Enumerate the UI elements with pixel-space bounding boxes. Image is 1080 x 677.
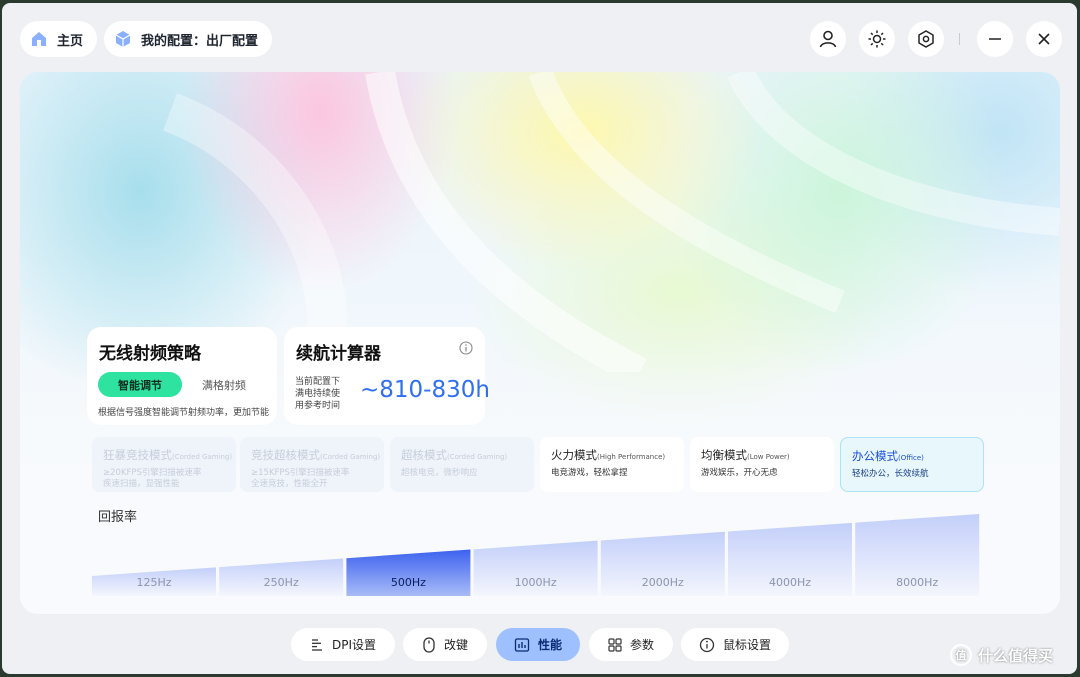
polling-rate-label-text: 8000Hz	[896, 576, 938, 589]
polling-rate-label-text: 250Hz	[264, 576, 299, 589]
mode-subtitle: (Corded Gaming)	[320, 453, 381, 461]
polling-rate-option[interactable]: 500Hz	[346, 549, 471, 596]
mode-card: 狂暴竞技模式(Corded Gaming) ≥20KFPS引擎扫描被速率 疾速扫描，…	[92, 437, 236, 492]
dpi-list-icon	[311, 638, 322, 651]
mode-description: 轻松办公，长效续航	[852, 469, 929, 479]
rf-strategy-description: 根据信号强度智能调节射频功率，更加节能	[98, 408, 270, 418]
nav-mouse-settings[interactable]: 鼠标设置	[681, 628, 789, 661]
minimize-icon	[989, 38, 1001, 40]
mode-name: 火力模式(High Performance)	[551, 448, 666, 462]
grid-icon	[608, 637, 622, 652]
polling-rate-label-text: 4000Hz	[769, 576, 811, 589]
nav-key-remap[interactable]: 改键	[403, 628, 487, 661]
nav-performance-label: 性能	[537, 638, 562, 652]
mode-card: 超核模式(Corded Gaming) 超核电竞，微秒响应	[390, 437, 534, 492]
mode-subtitle: (High Performance)	[597, 453, 666, 461]
mode-subtitle: (Office)	[898, 454, 924, 462]
battery-calculator-card: 续航计算器 当前配置下满电持续使用参考时间 ~810-830h	[284, 327, 490, 425]
polling-rate-option[interactable]: 2000Hz	[600, 531, 725, 596]
watermark: 值 什么值得买	[950, 644, 1053, 666]
mode-description: 电竞游戏，轻松拿捏	[551, 468, 628, 478]
battery-estimate: ~810-830h	[360, 377, 490, 403]
mode-description: 超核电竞，微秒响应	[401, 468, 478, 478]
mode-description: ≥15KFPS引擎扫描被速率 全速竞技，性能全开	[251, 468, 350, 489]
mode-subtitle: (Corded Gaming)	[447, 453, 508, 461]
polling-rate-label-text: 1000Hz	[515, 576, 557, 589]
rf-strategy-title: 无线射频策略	[99, 344, 201, 364]
mode-description: 游戏娱乐，开心无虑	[701, 468, 778, 478]
polling-rate-label-text: 500Hz	[391, 576, 426, 589]
nav-dpi-label: DPI设置	[331, 638, 377, 652]
mode-description: ≥20KFPS引擎扫描被速率 疾速扫描，显强性能	[103, 468, 202, 489]
watermark-text: 什么值得买	[978, 646, 1054, 665]
nav-mouse-label: 鼠标设置	[722, 638, 771, 652]
mode-name: 均衡模式(Low Power)	[701, 448, 790, 462]
battery-description: 当前配置下满电持续使用参考时间	[295, 377, 341, 411]
polling-rate-option[interactable]: 1000Hz	[473, 540, 598, 596]
polling-rate-option[interactable]: 250Hz	[219, 558, 344, 596]
cube-icon	[115, 31, 131, 47]
polling-rate-label-text: 125Hz	[136, 576, 171, 589]
home-label: 主页	[57, 33, 84, 49]
rf-option-smart[interactable]: 智能调节	[98, 372, 182, 397]
brightness-icon	[868, 30, 886, 48]
watermark-logo-icon: 值	[950, 644, 972, 666]
performance-panel: 无线射频策略 智能调节 满格射频 根据信号强度智能调节射频功率，更加节能 续航计…	[20, 72, 1060, 614]
info-icon[interactable]	[459, 341, 473, 355]
config-label: 我的配置：出厂配置	[141, 33, 259, 49]
polling-rate-option[interactable]: 125Hz	[92, 567, 216, 596]
mode-name: 超核模式(Corded Gaming)	[401, 448, 508, 462]
polling-rate-selector: 125Hz 250Hz 500Hz 1000Hz 2000Hz 4000Hz 8000Hz	[92, 514, 980, 596]
polling-rate-option[interactable]: 4000Hz	[728, 522, 852, 596]
nav-dpi-settings[interactable]: DPI设置	[291, 628, 395, 661]
polling-rate-label-text: 2000Hz	[642, 576, 684, 589]
user-button[interactable]	[810, 21, 846, 57]
config-selector[interactable]: 我的配置：出厂配置	[104, 21, 273, 57]
polling-rate-bar[interactable]	[346, 549, 471, 596]
close-button[interactable]	[1026, 21, 1062, 57]
user-icon	[819, 30, 837, 48]
nav-parameters[interactable]: 参数	[589, 628, 673, 661]
mode-card[interactable]: 均衡模式(Low Power) 游戏娱乐，开心无虑	[690, 437, 834, 492]
nav-keys-label: 改键	[443, 638, 468, 652]
rf-option-full[interactable]: 满格射频	[182, 372, 266, 397]
close-icon	[1038, 33, 1050, 45]
home-icon	[32, 32, 46, 46]
mode-name: 竞技超核模式(Corded Gaming)	[251, 448, 381, 462]
mode-name: 狂暴竞技模式(Corded Gaming)	[103, 448, 233, 462]
nav-performance[interactable]: 性能	[496, 628, 580, 661]
mode-name: 办公模式(Office)	[852, 449, 924, 463]
toolbar-divider	[959, 33, 960, 45]
mode-subtitle: (Corded Gaming)	[172, 453, 233, 461]
info-circle-icon	[699, 637, 715, 652]
mode-card[interactable]: 火力模式(High Performance) 电竞游戏，轻松拿捏	[540, 437, 684, 492]
mode-card[interactable]: 办公模式(Office) 轻松办公，长效续航	[840, 437, 984, 492]
mouse-icon	[423, 636, 435, 653]
mode-card: 竞技超核模式(Corded Gaming) ≥15KFPS引擎扫描被速率 全速竞技，…	[240, 437, 384, 492]
polling-rate-option[interactable]: 8000Hz	[855, 514, 980, 596]
home-button[interactable]: 主页	[20, 21, 98, 57]
rf-strategy-toggle: 智能调节 满格射频	[98, 371, 268, 398]
settings-button[interactable]	[908, 21, 944, 57]
brightness-button[interactable]	[859, 21, 895, 57]
app-window: 主页 我的配置：出厂配置 无线射频策略 智能调节 满格射频 根据信号强度智能调节…	[2, 3, 1077, 674]
minimize-button[interactable]	[977, 21, 1013, 57]
nav-params-label: 参数	[629, 638, 654, 652]
mode-subtitle: (Low Power)	[747, 453, 790, 461]
performance-chart-icon	[514, 637, 530, 652]
settings-icon	[918, 30, 934, 48]
rf-strategy-card: 无线射频策略 智能调节 满格射频 根据信号强度智能调节射频功率，更加节能	[87, 327, 277, 425]
battery-calculator-title: 续航计算器	[296, 344, 381, 364]
